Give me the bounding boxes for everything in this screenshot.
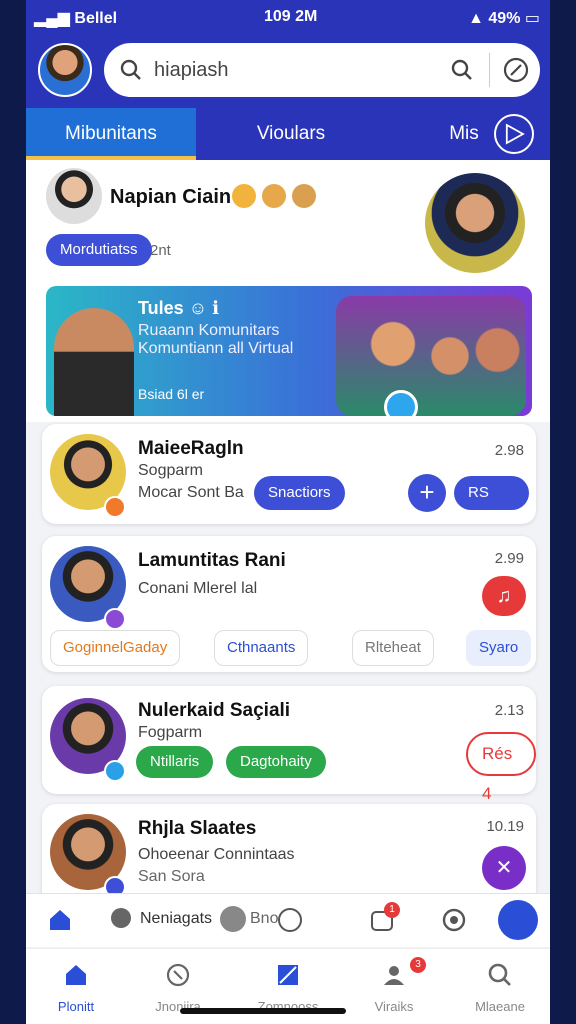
- divider: [489, 53, 490, 87]
- home-icon[interactable]: [46, 906, 74, 934]
- status-battery: ▲ 49% ▭: [468, 10, 540, 27]
- banner-tag: Bsiad 6l er: [138, 386, 205, 402]
- tab-mibunitans[interactable]: Mibunitans: [26, 108, 196, 160]
- item-time: 10.19: [486, 818, 524, 835]
- chip[interactable]: Cthnaants: [214, 630, 309, 666]
- settings-icon[interactable]: [440, 906, 468, 934]
- action-button[interactable]: Snactiors: [254, 476, 345, 510]
- app-header: ▂▄▆ Bellel 109 2M ▲ 49% ▭ Mibunitans Vio…: [26, 0, 550, 160]
- search-bar[interactable]: [104, 43, 540, 97]
- badge-icon: [104, 760, 126, 782]
- res-button[interactable]: Rés 4: [466, 732, 536, 803]
- nav-item-plonitt[interactable]: Plonitt: [26, 957, 126, 1017]
- banner-person-image: [54, 308, 134, 416]
- status-carrier: ▂▄▆ Bellel: [34, 10, 118, 27]
- nav-label: Mlaeane: [475, 999, 525, 1014]
- nav-label: Plonitt: [57, 999, 95, 1014]
- banner-title: Tules ☺ ℹ: [138, 298, 219, 318]
- clock-icon: [166, 963, 190, 987]
- chat-bubble-icon[interactable]: [220, 906, 246, 932]
- edit-icon: [278, 965, 298, 985]
- list-item[interactable]: Rhjla Slaates Ohoeenar Connintaas San So…: [42, 804, 536, 904]
- chip[interactable]: GoginnelGaday: [50, 630, 181, 666]
- item-subtitle: Sogparm: [138, 462, 203, 479]
- chip[interactable]: Rlteheat: [352, 630, 434, 666]
- banner-subtitle: Ruaann Komunitars Komuntiann all Virtual: [138, 322, 294, 357]
- post-tag[interactable]: Mordutiatss: [46, 234, 152, 266]
- phone-screen: ▂▄▆ Bellel 109 2M ▲ 49% ▭ Mibunitans Vio…: [26, 0, 550, 1024]
- item-name: MaieeRagln: [138, 438, 244, 459]
- home-indicator[interactable]: [180, 1008, 346, 1014]
- search-icon: [488, 963, 511, 986]
- item-subtitle: Conani Mlerel lal: [138, 580, 258, 597]
- item-time: 2.98: [494, 442, 524, 459]
- action-bar: Neniagats Bno 1: [26, 893, 550, 947]
- avatar[interactable]: [46, 168, 102, 224]
- secondary-label[interactable]: Bno: [250, 910, 278, 928]
- item-subtitle: Fogparm: [138, 724, 203, 741]
- profile-avatar[interactable]: [38, 43, 92, 97]
- emoji-icon: [232, 184, 256, 208]
- item-detail: San Sora: [138, 868, 205, 885]
- music-icon[interactable]: ♫: [482, 576, 526, 616]
- list-item[interactable]: Lamuntitas Rani Conani Mlerel lal 2.99 ♫…: [42, 536, 536, 672]
- rs-button[interactable]: RS: [454, 476, 529, 510]
- nav-label: Viraiks: [374, 999, 414, 1014]
- search-input[interactable]: [154, 55, 434, 85]
- tab-bar: Mibunitans Vioulars Mis: [26, 108, 550, 160]
- messages-label[interactable]: Neniagats: [140, 910, 212, 928]
- status-time: 109 2M: [264, 8, 318, 25]
- tab-mis[interactable]: Mis: [434, 108, 494, 160]
- banner-crowd-image: [336, 296, 526, 416]
- list-item[interactable]: Nulerkaid Saçiali Fogparm 2.13 Ntillaris…: [42, 686, 536, 803]
- feed: Napian Ciain Mordutiatss 2nt Tules ☺ ℹ R…: [26, 160, 550, 904]
- tab-vioulars[interactable]: Vioulars: [196, 108, 386, 160]
- heart-icon: [104, 496, 126, 518]
- search-icon: [120, 59, 141, 80]
- add-button[interactable]: +: [408, 474, 446, 512]
- status-bar: ▂▄▆ Bellel 109 2M ▲ 49% ▭: [26, 6, 550, 30]
- chip[interactable]: Syaro: [466, 630, 532, 666]
- send-icon[interactable]: [494, 114, 534, 154]
- share-icon[interactable]: ✕: [482, 846, 526, 890]
- emoji-icon: [262, 184, 286, 208]
- item-name: Nulerkaid Saçiali: [138, 700, 291, 721]
- item-time: 2.13: [494, 702, 524, 719]
- item-subtitle: Ohoeenar Connintaas: [138, 846, 295, 863]
- home-icon: [66, 965, 86, 985]
- item-time: 2.99: [494, 550, 524, 567]
- featured-avatar[interactable]: [422, 170, 528, 276]
- search-icon[interactable]: [449, 57, 475, 83]
- list-item[interactable]: MaieeRagln Sogparm Mocar Sont Ba 2.98 Sn…: [42, 424, 536, 524]
- emoji-icon[interactable]: [276, 906, 304, 934]
- notification-badge: 1: [384, 902, 400, 918]
- chat-icon[interactable]: [108, 906, 134, 932]
- post-author: Napian Ciain: [110, 186, 232, 208]
- group-icon: [384, 966, 404, 985]
- post-time: 2nt: [150, 242, 171, 259]
- tag-button[interactable]: Dagtohaity: [226, 746, 326, 778]
- color-wheel-icon: [104, 608, 126, 630]
- emoji-icon: [292, 184, 316, 208]
- community-banner[interactable]: Tules ☺ ℹ Ruaann Komunitars Komuntiann a…: [46, 286, 532, 416]
- tag-button[interactable]: Ntillaris: [136, 746, 214, 778]
- nav-item-mlaeane[interactable]: Mlaeane: [450, 957, 550, 1017]
- compass-icon[interactable]: [502, 56, 530, 84]
- featured-post: Napian Ciain Mordutiatss 2nt Tules ☺ ℹ R…: [26, 160, 550, 422]
- profile-button[interactable]: [498, 900, 538, 940]
- chat-icon[interactable]: [384, 390, 418, 416]
- nav-badge: 3: [410, 957, 426, 973]
- item-detail: Mocar Sont Ba: [138, 484, 244, 501]
- nav-item-viraiks[interactable]: 3 Viraiks: [344, 957, 444, 1017]
- item-name: Rhjla Slaates: [138, 818, 257, 839]
- item-name: Lamuntitas Rani: [138, 550, 286, 571]
